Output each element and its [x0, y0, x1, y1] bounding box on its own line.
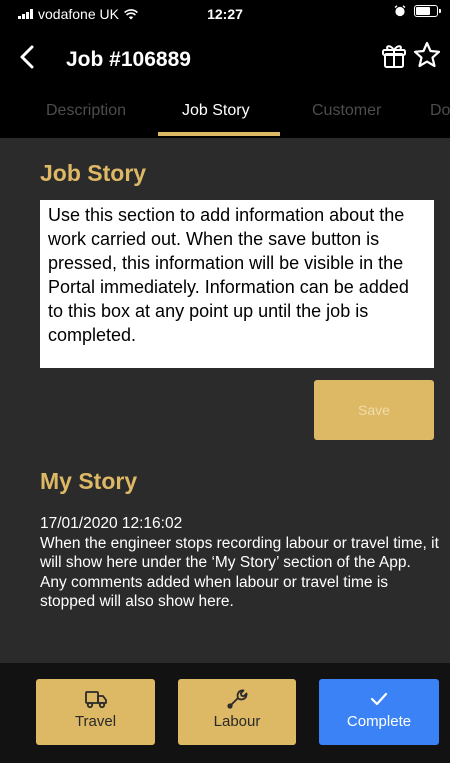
my-story-heading: My Story: [40, 468, 138, 494]
story-entry: 17/01/2020 12:16:02 When the engineer st…: [40, 514, 440, 612]
bottom-action-bar: Travel Labour Complete: [0, 663, 450, 763]
status-right: [394, 5, 441, 17]
status-bar: vodafone UK 12:27: [0, 0, 450, 28]
gift-icon[interactable]: [380, 42, 408, 70]
wrench-icon: [227, 689, 248, 709]
tab-job-story[interactable]: Job Story: [182, 102, 250, 120]
job-story-heading: Job Story: [40, 160, 147, 186]
travel-button[interactable]: Travel: [36, 679, 155, 745]
travel-label: Travel: [74, 713, 117, 730]
tab-customer[interactable]: Customer: [312, 102, 381, 120]
status-left: vodafone UK: [18, 6, 138, 22]
app-header: Job #106889: [0, 28, 450, 88]
star-icon[interactable]: [412, 40, 442, 70]
story-timestamp: 17/01/2020 12:16:02: [40, 515, 183, 532]
page-title: Job #106889: [66, 48, 191, 71]
alarm-icon: [394, 5, 406, 17]
labour-button[interactable]: Labour: [178, 679, 296, 745]
job-story-textarea[interactable]: Use this section to add information abou…: [40, 200, 434, 368]
back-chevron-icon[interactable]: [14, 42, 40, 72]
truck-icon: [84, 691, 107, 709]
wifi-icon: [123, 8, 138, 19]
checkmark-icon: [370, 692, 388, 706]
job-story-content: Job Story Use this section to add inform…: [0, 138, 450, 663]
active-tab-indicator: [158, 132, 280, 136]
complete-button[interactable]: Complete: [319, 679, 439, 745]
tab-bar: Description Job Story Customer Do: [0, 88, 450, 138]
save-button[interactable]: Save: [314, 380, 434, 440]
carrier-label: vodafone UK: [38, 6, 119, 22]
story-text: When the engineer stops recording labour…: [40, 534, 439, 611]
signal-icon: [18, 9, 33, 19]
tab-documents[interactable]: Do: [430, 102, 450, 120]
complete-label: Complete: [346, 713, 412, 730]
tab-description[interactable]: Description: [46, 102, 126, 120]
labour-label: Labour: [213, 713, 261, 730]
battery-icon: [414, 5, 441, 17]
